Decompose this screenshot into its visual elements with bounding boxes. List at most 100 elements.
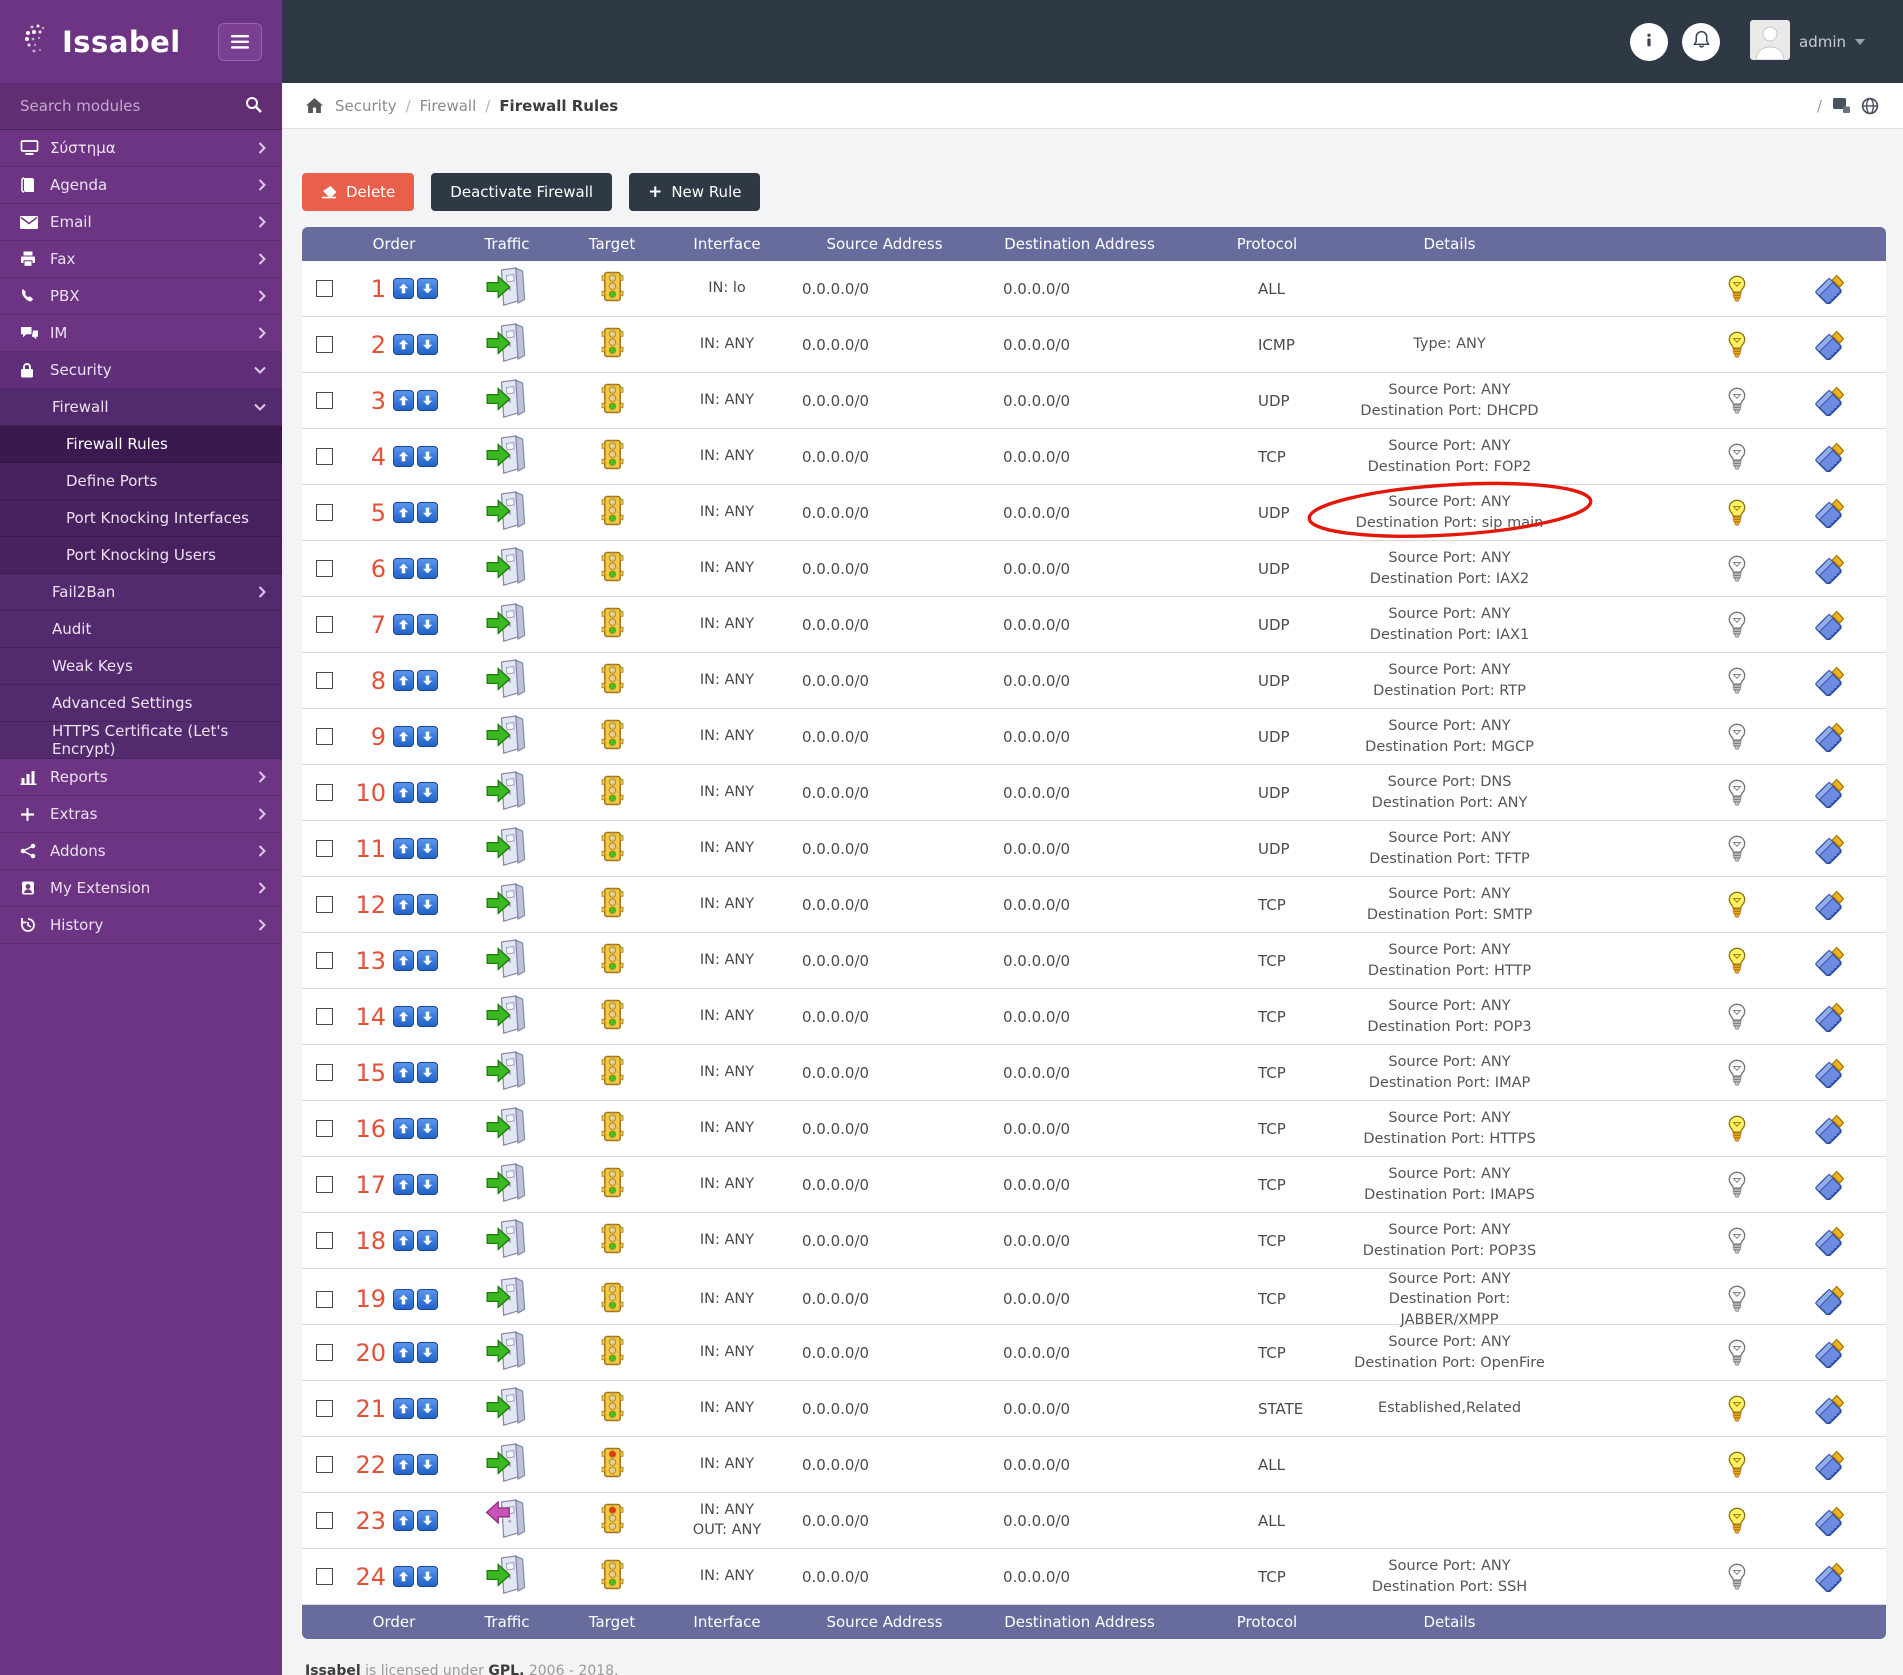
deactivate-firewall-button[interactable]: Deactivate Firewall — [431, 173, 613, 211]
move-up-button[interactable] — [393, 1398, 414, 1419]
move-up-button[interactable] — [393, 334, 414, 355]
move-up-button[interactable] — [393, 558, 414, 579]
edit-rule-icon[interactable] — [1814, 497, 1846, 528]
rule-checkbox[interactable] — [315, 896, 333, 913]
rule-order-number[interactable]: 3 — [352, 387, 386, 415]
rule-disabled-bulb-icon[interactable] — [1726, 1563, 1748, 1591]
rule-order-number[interactable]: 11 — [352, 835, 386, 863]
rule-order-number[interactable]: 12 — [352, 891, 386, 919]
sidebar-item-define-ports[interactable]: Define Ports — [0, 463, 282, 500]
move-down-button[interactable] — [417, 1174, 438, 1195]
edit-rule-icon[interactable] — [1814, 833, 1846, 864]
edit-rule-icon[interactable] — [1814, 1561, 1846, 1592]
move-up-button[interactable] — [393, 782, 414, 803]
rule-disabled-bulb-icon[interactable] — [1726, 835, 1748, 863]
move-up-button[interactable] — [393, 614, 414, 635]
search-icon[interactable] — [245, 96, 262, 117]
edit-rule-icon[interactable] — [1814, 1449, 1846, 1480]
rule-order-number[interactable]: 19 — [352, 1285, 386, 1313]
rule-enabled-bulb-icon[interactable] — [1726, 947, 1748, 975]
rule-order-number[interactable]: 14 — [352, 1003, 386, 1031]
sidebar-item-security[interactable]: Security — [0, 352, 282, 389]
rule-checkbox[interactable] — [315, 392, 333, 409]
sidebar-item-fail2ban[interactable]: Fail2Ban — [0, 574, 282, 611]
rule-disabled-bulb-icon[interactable] — [1726, 387, 1748, 415]
move-down-button[interactable] — [417, 1398, 438, 1419]
move-down-button[interactable] — [417, 1342, 438, 1363]
rule-checkbox[interactable] — [315, 728, 333, 745]
rule-order-number[interactable]: 9 — [352, 723, 386, 751]
breadcrumb-firewall[interactable]: Firewall — [420, 97, 477, 115]
sidebar-item-firewall-rules[interactable]: Firewall Rules — [0, 426, 282, 463]
search-input[interactable] — [20, 97, 245, 115]
sidebar-item-extras[interactable]: Extras — [0, 796, 282, 833]
sidebar-item-port-knocking-users[interactable]: Port Knocking Users — [0, 537, 282, 574]
rule-checkbox[interactable] — [315, 1120, 333, 1137]
edit-rule-icon[interactable] — [1814, 1001, 1846, 1032]
rule-checkbox[interactable] — [315, 784, 333, 801]
move-up-button[interactable] — [393, 278, 414, 299]
rule-checkbox[interactable] — [315, 1568, 333, 1585]
edit-rule-icon[interactable] — [1814, 777, 1846, 808]
rule-checkbox[interactable] — [315, 1344, 333, 1361]
rule-checkbox[interactable] — [315, 1400, 333, 1417]
edit-rule-icon[interactable] — [1814, 945, 1846, 976]
sidebar-item-my-extension[interactable]: My Extension — [0, 870, 282, 907]
move-up-button[interactable] — [393, 894, 414, 915]
breadcrumb-security[interactable]: Security — [335, 97, 397, 115]
rule-disabled-bulb-icon[interactable] — [1726, 1003, 1748, 1031]
rule-disabled-bulb-icon[interactable] — [1726, 779, 1748, 807]
move-down-button[interactable] — [417, 502, 438, 523]
footer-gpl[interactable]: GPL. — [488, 1663, 524, 1675]
edit-rule-icon[interactable] — [1814, 385, 1846, 416]
move-up-button[interactable] — [393, 446, 414, 467]
rule-order-number[interactable]: 8 — [352, 667, 386, 695]
rule-order-number[interactable]: 17 — [352, 1171, 386, 1199]
rule-enabled-bulb-icon[interactable] — [1726, 331, 1748, 359]
rule-disabled-bulb-icon[interactable] — [1726, 555, 1748, 583]
move-up-button[interactable] — [393, 1288, 414, 1310]
rule-order-number[interactable]: 7 — [352, 611, 386, 639]
rule-order-number[interactable]: 18 — [352, 1227, 386, 1255]
sidebar-item-agenda[interactable]: Agenda — [0, 167, 282, 204]
edit-rule-icon[interactable] — [1814, 1393, 1846, 1424]
sidebar-item-port-knocking-interfaces[interactable]: Port Knocking Interfaces — [0, 500, 282, 537]
edit-rule-icon[interactable] — [1814, 1113, 1846, 1144]
rule-enabled-bulb-icon[interactable] — [1726, 499, 1748, 527]
rule-enabled-bulb-icon[interactable] — [1726, 1507, 1748, 1535]
sidebar-item-https-certificate-let-s-encrypt-[interactable]: HTTPS Certificate (Let's Encrypt) — [0, 722, 282, 759]
move-down-button[interactable] — [417, 670, 438, 691]
edit-rule-icon[interactable] — [1814, 889, 1846, 920]
rule-checkbox[interactable] — [315, 616, 333, 633]
move-down-button[interactable] — [417, 1288, 438, 1310]
rule-disabled-bulb-icon[interactable] — [1726, 1059, 1748, 1087]
move-down-button[interactable] — [417, 1118, 438, 1139]
move-down-button[interactable] — [417, 1230, 438, 1251]
edit-rule-icon[interactable] — [1814, 1505, 1846, 1536]
rule-order-number[interactable]: 15 — [352, 1059, 386, 1087]
rule-enabled-bulb-icon[interactable] — [1726, 1395, 1748, 1423]
edit-rule-icon[interactable] — [1814, 1057, 1846, 1088]
rule-disabled-bulb-icon[interactable] — [1726, 667, 1748, 695]
move-up-button[interactable] — [393, 390, 414, 411]
move-up-button[interactable] — [393, 1118, 414, 1139]
rule-checkbox[interactable] — [315, 672, 333, 689]
move-up-button[interactable] — [393, 1230, 414, 1251]
move-down-button[interactable] — [417, 950, 438, 971]
move-up-button[interactable] — [393, 1006, 414, 1027]
move-down-button[interactable] — [417, 894, 438, 915]
edit-rule-icon[interactable] — [1814, 1284, 1846, 1315]
edit-rule-icon[interactable] — [1814, 721, 1846, 752]
new-rule-button[interactable]: + New Rule — [629, 173, 761, 211]
home-icon[interactable] — [306, 98, 323, 113]
rule-order-number[interactable]: 2 — [352, 331, 386, 359]
language-globe-icon[interactable] — [1861, 97, 1879, 115]
move-up-button[interactable] — [393, 1342, 414, 1363]
move-up-button[interactable] — [393, 1062, 414, 1083]
move-down-button[interactable] — [417, 334, 438, 355]
move-up-button[interactable] — [393, 1174, 414, 1195]
sidebar-item-fax[interactable]: Fax — [0, 241, 282, 278]
edit-rule-icon[interactable] — [1814, 1337, 1846, 1368]
rule-enabled-bulb-icon[interactable] — [1726, 1451, 1748, 1479]
rule-order-number[interactable]: 6 — [352, 555, 386, 583]
